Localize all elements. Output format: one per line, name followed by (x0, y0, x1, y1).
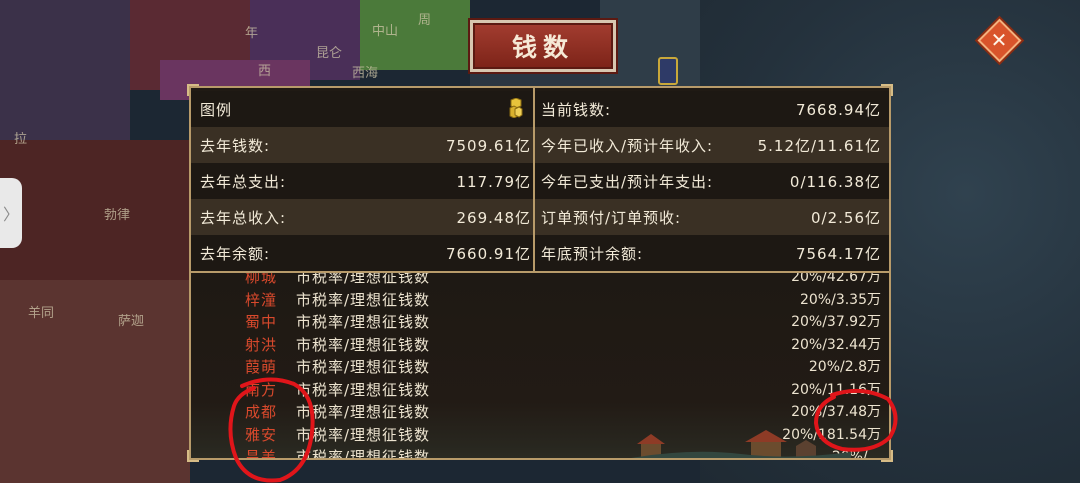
map-marker-icon[interactable] (658, 57, 678, 85)
city-amount: 20%/32.44万 (791, 336, 881, 353)
dialog-title-plaque: 钱数 (470, 20, 616, 72)
city-desc: 市税率/理想征钱数 (296, 403, 431, 421)
summary-row: 去年余额: 7660.91亿 年底预计余额: 7564.17亿 (191, 235, 889, 271)
money-summary: 图例 当前钱数: 7668.94亿 去年钱数: 7509.61亿 今年已收入/预… (191, 88, 889, 271)
map-label: 年 (245, 26, 259, 41)
close-icon: ✕ (990, 28, 1008, 52)
summary-value: 269.48亿 (456, 208, 531, 227)
city-name: 蜀中 (245, 313, 278, 331)
summary-value: 0/2.56亿 (811, 208, 881, 227)
side-drawer-handle[interactable]: 〉 (0, 178, 22, 248)
city-desc: 市税率/理想征钱数 (296, 335, 431, 354)
city-amount: 20%/2.8万 (808, 359, 881, 375)
city-name: 南方 (245, 380, 278, 399)
city-name: 成都 (245, 403, 278, 421)
summary-label: 去年总收入: (200, 208, 287, 227)
dialog-title: 钱数 (511, 33, 574, 62)
list-item[interactable]: 成都 市税率/理想征钱数 20%/37.48万 (191, 401, 889, 424)
city-amount: 20%/37.48万 (791, 404, 881, 420)
city-desc: 市税率/理想征钱数 (296, 273, 431, 286)
city-desc: 市税率/理想征钱数 (296, 358, 431, 376)
list-item[interactable]: 葭萌 市税率/理想征钱数 20%/2.8万 (191, 356, 889, 379)
list-item[interactable]: 蜀中 市税率/理想征钱数 20%/37.92万 (191, 311, 889, 334)
summary-label: 当前钱数: (541, 100, 612, 119)
list-item[interactable]: 梓潼 市税率/理想征钱数 20%/3.35万 (191, 289, 889, 312)
list-item[interactable]: 射洪 市税率/理想征钱数 20%/32.44万 (191, 334, 889, 357)
gold-ingot-icon[interactable] (509, 98, 523, 118)
map-label: 拉 (14, 132, 28, 147)
summary-row: 图例 当前钱数: 7668.94亿 (191, 91, 889, 127)
summary-value: 7668.94亿 (795, 100, 881, 119)
summary-label: 年底预计余额: (541, 244, 644, 263)
map-label: 羊同 (28, 306, 55, 321)
list-item[interactable]: 柳城 市税率/理想征钱数 20%/42.67万 (191, 273, 889, 289)
city-name: 昌羌 (245, 448, 278, 458)
city-desc: 市税率/理想征钱数 (296, 425, 431, 444)
city-desc: 市税率/理想征钱数 (296, 380, 431, 399)
summary-row: 去年钱数: 7509.61亿 今年已收入/预计年收入: 5.12亿/11.61亿 (191, 127, 889, 163)
summary-label: 订单预付/订单预收: (541, 208, 682, 227)
city-amount: 20%/37.92万 (791, 314, 881, 330)
summary-value: 0/116.38亿 (789, 172, 881, 191)
city-amount: 20%/3.35万 (799, 291, 881, 308)
map-label: 中山 (372, 24, 399, 39)
summary-value: 7660.91亿 (445, 244, 531, 263)
legend-label: 图例 (200, 100, 233, 119)
city-desc: 市税率/理想征钱数 (296, 313, 431, 331)
summary-label: 今年已收入/预计年收入: (541, 136, 714, 155)
summary-label: 去年余额: (200, 244, 271, 263)
map-label: 西 (258, 64, 272, 79)
city-desc: 市税率/理想征钱数 (296, 290, 431, 309)
money-panel: 图例 当前钱数: 7668.94亿 去年钱数: 7509.61亿 今年已收入/预… (187, 84, 893, 462)
summary-value: 5.12亿/11.61亿 (757, 136, 881, 155)
pagoda-scenery (631, 430, 851, 458)
list-item[interactable]: 南方 市税率/理想征钱数 20%/11.16万 (191, 379, 889, 402)
city-name: 葭萌 (245, 358, 278, 376)
summary-value: 7509.61亿 (445, 136, 531, 155)
city-name: 梓潼 (245, 290, 278, 309)
chevron-right-icon: 〉 (2, 205, 19, 224)
city-name: 柳城 (245, 273, 278, 286)
map-label: 勃律 (104, 208, 131, 223)
close-button[interactable]: ✕ (977, 18, 1021, 62)
city-amount: 20%/42.67万 (791, 273, 881, 285)
map-label: 周 (418, 13, 432, 28)
city-desc: 市税率/理想征钱数 (296, 448, 431, 458)
summary-row: 去年总收入: 269.48亿 订单预付/订单预收: 0/2.56亿 (191, 199, 889, 235)
map-label: 萨迦 (118, 314, 145, 329)
map-label: 昆仑 (316, 46, 343, 61)
summary-label: 去年总支出: (200, 172, 287, 191)
summary-value: 117.79亿 (456, 172, 531, 191)
city-tax-list[interactable]: 柳城 市税率/理想征钱数 20%/42.67万 梓潼 市税率/理想征钱数 20%… (191, 273, 889, 458)
city-name: 射洪 (245, 335, 278, 354)
map-label: 西海 (352, 66, 379, 81)
city-amount: 20%/11.16万 (791, 381, 881, 398)
summary-value: 7564.17亿 (795, 244, 881, 263)
summary-label: 去年钱数: (200, 136, 271, 155)
summary-row: 去年总支出: 117.79亿 今年已支出/预计年支出: 0/116.38亿 (191, 163, 889, 199)
summary-label: 今年已支出/预计年支出: (541, 172, 714, 191)
city-name: 雅安 (245, 425, 278, 444)
